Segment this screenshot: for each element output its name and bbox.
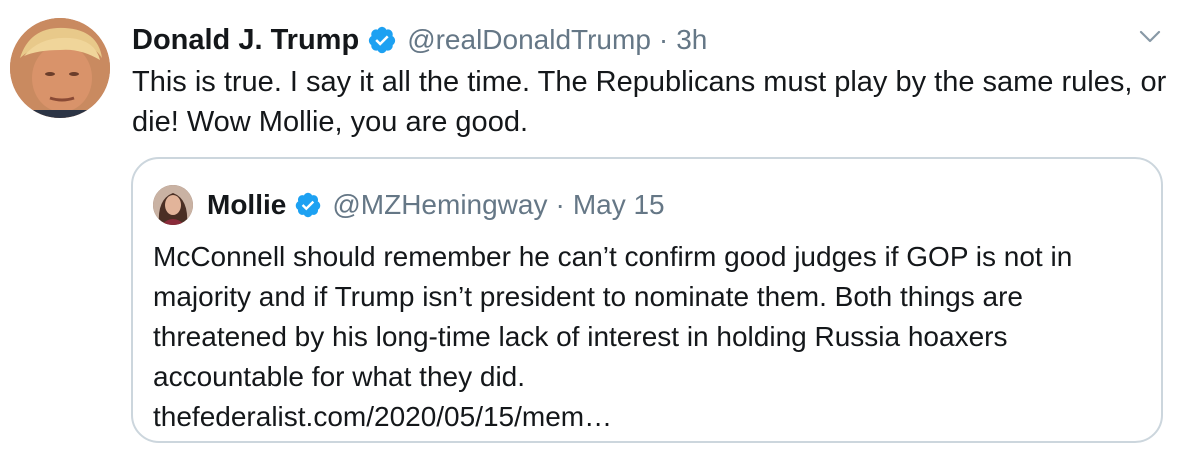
quoted-tweet[interactable]: Mollie @MZHemingway · May 15 McConnell s… bbox=[131, 157, 1163, 443]
tweet-header: Donald J. Trump @realDonaldTrump · 3h bbox=[132, 20, 707, 60]
verified-badge-icon bbox=[294, 191, 322, 219]
quoted-tweet-header: Mollie @MZHemingway · May 15 bbox=[207, 185, 665, 225]
tweet-text: This is true. I say it all the time. The… bbox=[132, 66, 1167, 138]
quoted-tweet-body: McConnell should remember he can’t confi… bbox=[153, 237, 1143, 437]
avatar[interactable] bbox=[10, 18, 110, 118]
quoted-tweet-text: McConnell should remember he can’t confi… bbox=[153, 241, 1073, 392]
author-handle[interactable]: @realDonaldTrump bbox=[407, 24, 651, 56]
quoted-author-handle[interactable]: @MZHemingway bbox=[332, 189, 547, 221]
quoted-author-name[interactable]: Mollie bbox=[207, 189, 286, 221]
author-name[interactable]: Donald J. Trump bbox=[132, 24, 359, 57]
verified-badge-icon bbox=[367, 25, 397, 55]
tweet: Donald J. Trump @realDonaldTrump · 3h Th… bbox=[0, 0, 1200, 462]
tweet-timestamp[interactable]: 3h bbox=[676, 24, 707, 56]
quoted-tweet-timestamp[interactable]: May 15 bbox=[573, 189, 665, 221]
chevron-down-icon[interactable] bbox=[1138, 28, 1162, 46]
separator-dot: · bbox=[555, 189, 565, 220]
quoted-tweet-link[interactable]: thefederalist.com/2020/05/15/mem… bbox=[153, 397, 1143, 437]
separator-dot: · bbox=[658, 24, 669, 55]
quoted-avatar[interactable] bbox=[153, 185, 193, 225]
